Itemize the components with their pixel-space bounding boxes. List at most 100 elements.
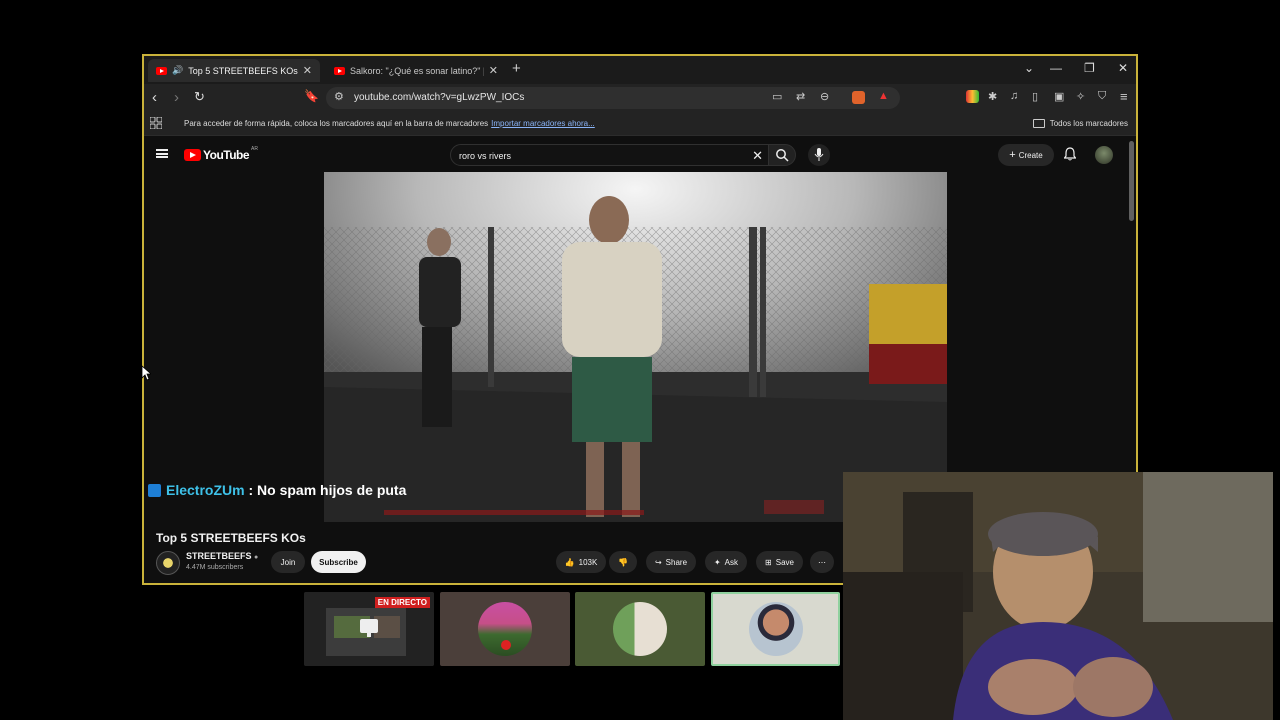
voice-search-button[interactable] xyxy=(808,144,830,166)
minimize-icon[interactable]: — xyxy=(1050,61,1062,75)
address-bar[interactable]: ⚙ youtube.com/watch?v=gLwzPW_IOCs ▭ ⇄ ⊖ … xyxy=(326,87,900,109)
chat-username: ElectroZUm xyxy=(166,482,245,498)
like-count: 103K xyxy=(578,557,598,567)
participant-avatar xyxy=(748,602,803,656)
back-icon[interactable]: ‹ xyxy=(152,89,157,106)
channel-avatar[interactable] xyxy=(156,551,180,575)
sidebar-icon[interactable]: ▯ xyxy=(1032,90,1038,103)
vpn-shield-icon[interactable]: ⛉ xyxy=(1098,90,1106,103)
video-player[interactable] xyxy=(324,172,947,522)
apps-grid-icon[interactable] xyxy=(150,117,162,129)
notifications-bell-icon[interactable] xyxy=(1064,147,1076,161)
close-tab-icon[interactable]: ✕ xyxy=(303,64,312,77)
youtube-logo[interactable]: YouTube AR xyxy=(184,146,258,162)
tab-bar: 🔊 Top 5 STREETBEEFS KOs - You ✕ Salkoro:… xyxy=(144,56,1136,84)
video-title: Top 5 STREETBEEFS KOs xyxy=(156,531,306,545)
thumbs-up-icon: 👍 xyxy=(564,557,575,567)
channel-name[interactable]: STREETBEEFS ● xyxy=(186,551,258,561)
subscribe-button[interactable]: Subscribe xyxy=(311,551,366,573)
create-button[interactable]: + Create xyxy=(998,144,1054,166)
folder-icon xyxy=(1032,119,1045,128)
leo-ai-icon[interactable]: ✧ xyxy=(1076,90,1085,103)
dislike-button[interactable]: 👎 xyxy=(609,551,637,573)
participant-tile-1[interactable] xyxy=(440,592,570,666)
chat-message: : No spam hijos de puta xyxy=(244,482,407,498)
reload-icon[interactable]: ↻ xyxy=(194,89,205,105)
bookmark-icon[interactable]: 🔖 xyxy=(304,89,319,103)
import-bookmarks-link[interactable]: Importar marcadores ahora... xyxy=(491,119,595,128)
cast-icon[interactable]: ▭ xyxy=(772,90,782,103)
clear-search-icon[interactable]: ✕ xyxy=(752,148,763,164)
youtube-header: YouTube AR roro vs rivers ✕ + Create xyxy=(144,137,1136,171)
site-info-icon[interactable]: ⚙ xyxy=(334,90,344,103)
search-icon xyxy=(776,149,789,162)
more-icon: ⋯ xyxy=(818,557,826,567)
participant-tile-3[interactable] xyxy=(711,592,840,666)
new-tab-icon[interactable]: + xyxy=(512,60,521,77)
close-window-icon[interactable]: ✕ xyxy=(1118,61,1128,75)
search-query: roro vs rivers xyxy=(459,151,512,161)
verified-icon: ● xyxy=(254,554,259,561)
restore-icon[interactable]: ❐ xyxy=(1084,61,1095,75)
create-label: Create xyxy=(1018,150,1043,160)
subscriber-count: 4.47M subscribers xyxy=(186,564,244,571)
country-code: AR xyxy=(251,146,258,152)
all-bookmarks-label: Todos los marcadores xyxy=(1049,119,1128,128)
microphone-icon xyxy=(814,148,824,161)
mouse-cursor-icon xyxy=(141,365,151,381)
paused-icon xyxy=(501,640,511,650)
video-frame xyxy=(324,172,947,522)
save-button[interactable]: ⊞ Save xyxy=(756,551,803,573)
url-text: youtube.com/watch?v=gLwzPW_IOCs xyxy=(354,92,525,103)
search-button[interactable] xyxy=(768,144,796,166)
thumbnail-stream[interactable]: EN DIRECTO xyxy=(304,592,434,666)
menu-icon[interactable]: ≡ xyxy=(1120,89,1128,104)
all-bookmarks[interactable]: Todos los marcadores xyxy=(1032,119,1128,128)
hamburger-menu-icon[interactable] xyxy=(156,149,168,158)
join-button[interactable]: Join xyxy=(271,551,305,573)
wallet-icon[interactable]: ▣ xyxy=(1054,90,1064,103)
participant-tile-2[interactable] xyxy=(575,592,705,666)
extension-icon[interactable] xyxy=(966,90,979,103)
brave-rewards-icon[interactable]: ▲ xyxy=(878,90,889,102)
chat-overlay: ElectroZUm : No spam hijos de puta xyxy=(148,482,406,498)
youtube-favicon-icon xyxy=(334,66,345,75)
sparkle-icon: ✦ xyxy=(713,557,721,567)
youtube-play-icon xyxy=(184,149,201,161)
page-scrollbar[interactable] xyxy=(1129,141,1134,221)
ask-button[interactable]: ✦ Ask xyxy=(705,551,747,573)
share-button[interactable]: ↪ Share xyxy=(646,551,696,573)
more-actions-button[interactable]: ⋯ xyxy=(810,551,834,573)
zoom-icon[interactable]: ⊖ xyxy=(820,90,829,103)
webcam-feed xyxy=(843,472,1273,720)
translate-icon[interactable]: ⇄ xyxy=(796,90,805,103)
bookmarks-bar: Para acceder de forma rápida, coloca los… xyxy=(144,112,1136,136)
tab-title: Top 5 STREETBEEFS KOs - You xyxy=(188,65,298,76)
bookmarks-hint: Para acceder de forma rápida, coloca los… xyxy=(184,119,595,128)
tab-title: Salkoro: "¿Qué es sonar latino?" | Ent xyxy=(350,65,484,76)
share-icon: ↪ xyxy=(654,557,662,567)
forward-icon[interactable]: › xyxy=(174,89,179,106)
tab-active[interactable]: 🔊 Top 5 STREETBEEFS KOs - You ✕ xyxy=(148,59,320,82)
webcam-image xyxy=(843,472,1273,720)
youtube-wordmark: YouTube xyxy=(203,148,250,162)
plus-icon: + xyxy=(1009,149,1016,161)
screen: 🔊 Top 5 STREETBEEFS KOs - You ✕ Salkoro:… xyxy=(0,0,1280,720)
tab-inactive[interactable]: Salkoro: "¿Qué es sonar latino?" | Ent ✕ xyxy=(326,59,506,82)
music-icon[interactable]: ♫ xyxy=(1010,90,1018,102)
share-label: Share xyxy=(665,557,688,567)
thumbs-down-icon: 👎 xyxy=(618,557,628,567)
account-avatar[interactable] xyxy=(1095,146,1113,164)
toolbar: ‹ › ↻ 🔖 ⚙ youtube.com/watch?v=gLwzPW_IOC… xyxy=(144,84,1136,112)
speaker-icon: 🔊 xyxy=(172,65,184,75)
close-tab-icon[interactable]: ✕ xyxy=(489,64,498,77)
tab-search-chevron-icon[interactable]: ⌄ xyxy=(1024,61,1034,75)
brave-shields-icon[interactable] xyxy=(852,91,865,104)
bookmarks-hint-text: Para acceder de forma rápida, coloca los… xyxy=(184,119,489,128)
search-input[interactable]: roro vs rivers ✕ xyxy=(450,144,770,166)
puzzle-icon[interactable]: ✱ xyxy=(988,90,997,103)
save-label: Save xyxy=(775,557,794,567)
like-button[interactable]: 👍 103K xyxy=(556,551,606,573)
ask-label: Ask xyxy=(724,557,739,567)
save-icon: ⊞ xyxy=(765,557,772,567)
